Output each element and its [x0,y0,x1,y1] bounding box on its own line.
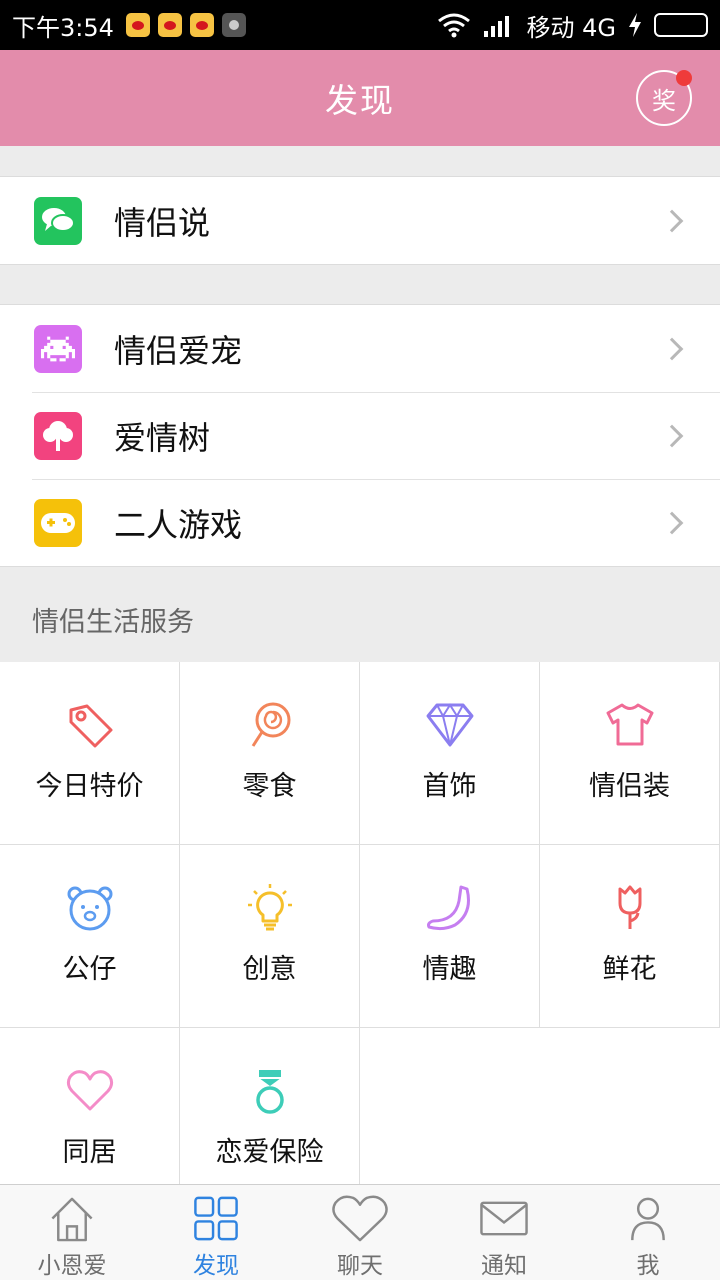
menu-item-two-player-game[interactable]: 二人游戏 [0,479,720,566]
service-label: 情趣 [422,954,477,985]
envelope-icon [480,1201,528,1236]
service-label: 恋爱保险 [215,1137,324,1168]
service-jewelry[interactable]: 首饰 [360,662,540,845]
service-label: 情侣装 [589,771,670,802]
menu-item-label: 情侣爱宠 [114,331,243,370]
weibo-notification-icon [157,13,182,37]
signal-icon [483,16,509,37]
menu-group-2: 情侣爱宠 爱情树 二人游戏 [0,304,720,567]
rose-icon [618,885,641,929]
service-label: 鲜花 [602,954,657,985]
charging-icon [629,13,641,37]
heart-outline-icon [332,1195,388,1242]
service-couple-outfits[interactable]: 情侣装 [540,662,720,845]
status-time: 下午3:54 [12,13,114,42]
chevron-right-icon [660,209,684,232]
price-tag-icon [69,704,112,748]
tab-chat[interactable]: 聊天 [288,1185,432,1280]
heart-icon [66,1070,113,1111]
gamepad-icon [34,498,82,547]
tab-label: 聊天 [337,1253,383,1279]
tab-home[interactable]: 小恩爱 [0,1185,144,1280]
space-invader-icon [34,324,82,373]
services-grid: 今日特价 零食 首饰 情侣装 公仔 创意 情趣 鲜花 同居 恋爱保险 [0,662,720,1184]
section-title: 情侣生活服务 [32,607,194,638]
award-button[interactable]: 奖 [636,70,692,126]
notification-dot [676,70,692,86]
diamond-ring-icon [255,1070,284,1114]
service-label: 零食 [242,771,297,802]
service-dolls[interactable]: 公仔 [0,845,180,1028]
grid-icon [194,1196,238,1241]
wifi-icon [437,13,470,38]
service-intimate[interactable]: 情趣 [360,845,540,1028]
service-label: 创意 [242,954,297,985]
weibo-notification-icon [189,13,214,37]
tab-discover[interactable]: 发现 [144,1185,288,1280]
service-label: 今日特价 [35,771,144,802]
light-bulb-icon [247,884,292,931]
carrier-label: 移动 4G [526,13,617,42]
chevron-right-icon [660,424,684,447]
tab-label: 发现 [193,1253,239,1279]
service-label: 公仔 [62,954,117,985]
tab-notifications[interactable]: 通知 [432,1185,576,1280]
menu-item-label: 二人游戏 [114,505,243,544]
teddy-bear-icon [67,886,112,931]
menu-item-couple-talk[interactable]: 情侣说 [0,177,720,264]
tab-label: 小恩爱 [37,1253,107,1279]
tab-me[interactable]: 我 [576,1185,720,1280]
service-creative[interactable]: 创意 [180,845,360,1028]
menu-item-label: 爱情树 [114,418,211,457]
app-notification-icon [221,13,246,37]
tab-label: 我 [636,1253,660,1279]
service-love-insurance[interactable]: 恋爱保险 [180,1028,360,1184]
menu-item-love-tree[interactable]: 爱情树 [0,392,720,479]
menu-item-label: 情侣说 [114,203,211,242]
weibo-notification-icon [125,13,150,37]
t-shirt-icon [606,703,653,746]
page-title: 发现 [325,81,395,120]
header-bar: 发现 奖 [0,50,720,146]
diamond-icon [426,703,473,747]
service-snacks[interactable]: 零食 [180,662,360,845]
banana-icon [426,885,470,931]
service-today-deals[interactable]: 今日特价 [0,662,180,845]
tab-label: 通知 [481,1253,527,1279]
menu-group-1: 情侣说 [0,176,720,265]
service-label: 首饰 [422,771,477,802]
service-flowers[interactable]: 鲜花 [540,845,720,1028]
tree-icon [34,411,82,460]
bottom-tab-bar: 小恩爱 发现 聊天 通知 我 [0,1184,720,1280]
lollipop-icon [251,702,290,747]
battery-icon [654,13,708,37]
service-living-together[interactable]: 同居 [0,1028,180,1184]
person-icon [631,1197,665,1241]
chevron-right-icon [660,511,684,534]
chevron-right-icon [660,337,684,360]
menu-item-couple-pet[interactable]: 情侣爱宠 [0,305,720,392]
status-bar: 下午3:54 移动 4G [0,0,720,50]
chat-bubbles-icon [34,196,82,245]
award-label: 奖 [652,86,676,115]
home-icon [51,1197,93,1242]
service-label: 同居 [62,1137,117,1168]
